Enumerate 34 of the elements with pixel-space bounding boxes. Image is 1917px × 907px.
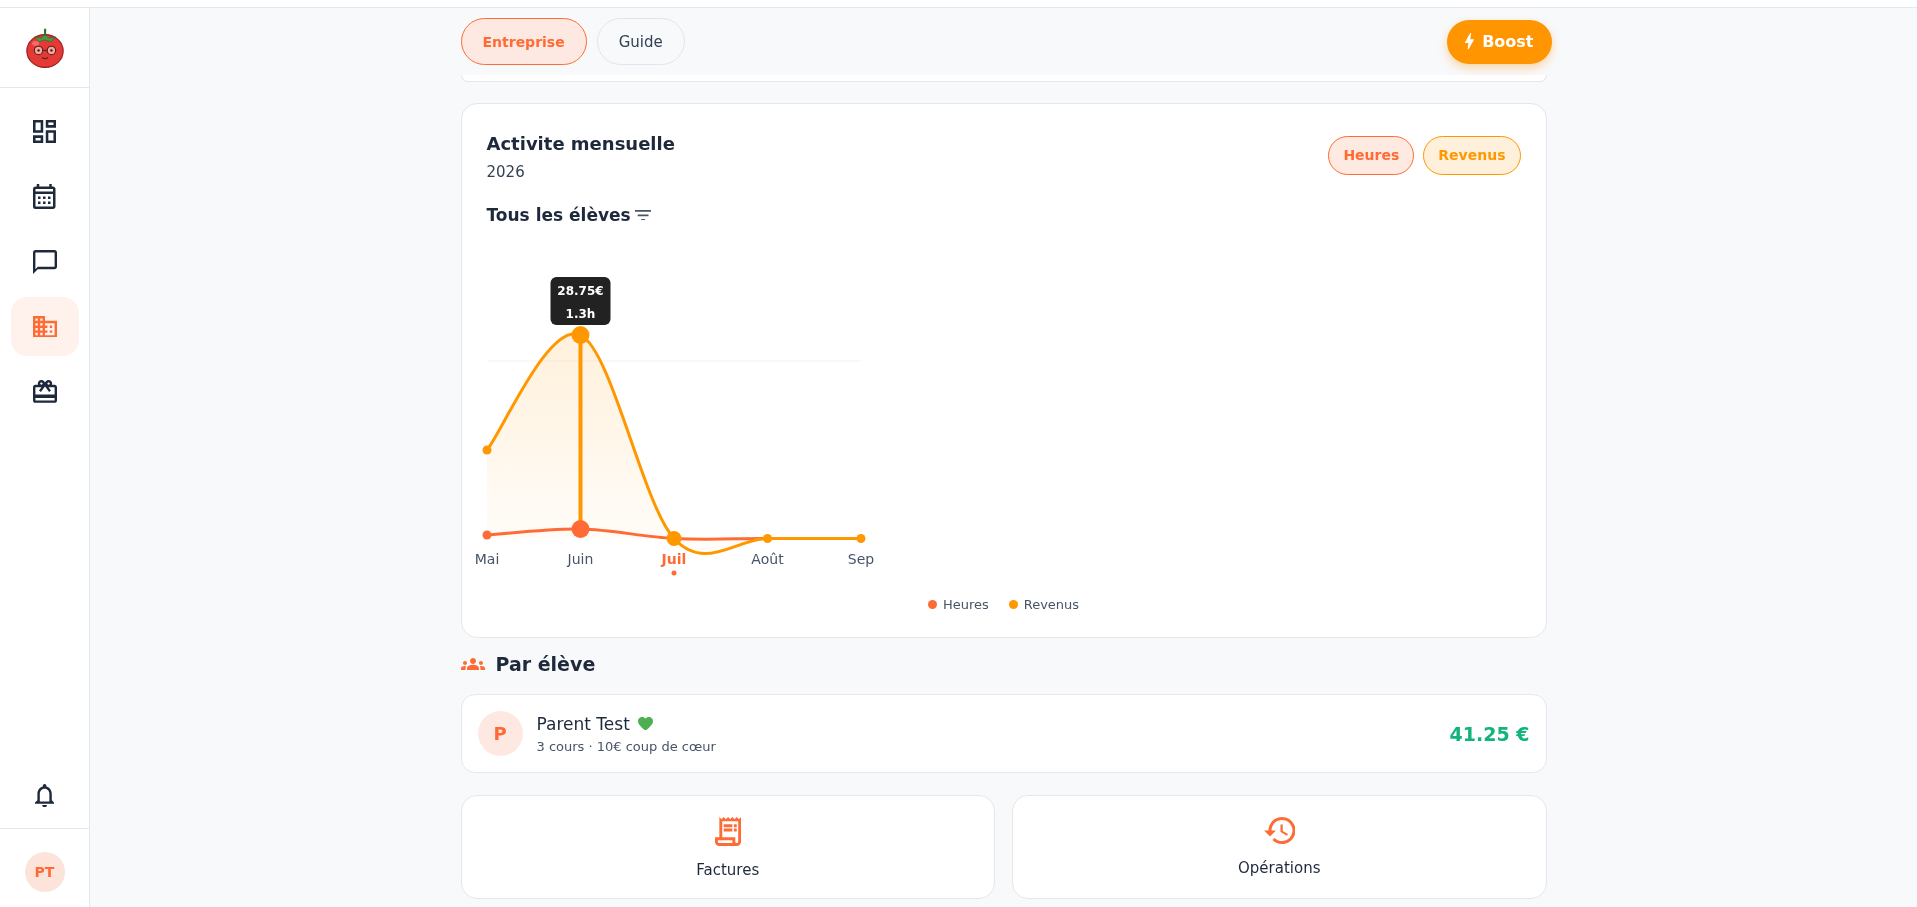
filter-button[interactable]: Tous les élèves [486,203,651,227]
people-icon [460,658,485,670]
building-icon [32,315,57,338]
chat-bubble-icon [32,249,57,274]
gift-icon [32,380,57,403]
legend-label: Heures [942,596,989,612]
student-avatar: P [477,711,523,756]
receipt-icon [714,817,741,846]
calendar-icon [33,184,56,209]
marker-dot-icon [671,570,676,576]
axis-label: Août [750,551,784,567]
tooltip-text: 28.75€ [556,284,604,298]
amount-value: 41.25 € [1449,722,1530,745]
student-name: Parent Test [536,713,630,734]
filter-icon [634,209,651,221]
student-card[interactable]: P Parent Test 3 cours · 10€ coup de cœur 41.25 € [460,694,1547,773]
shortcut-card[interactable]: Opérations [1012,795,1547,899]
tab[interactable]: Guide [596,18,685,65]
section-title: Par élève [495,653,596,675]
bell-icon [34,783,55,808]
axis-label: Mai [474,551,499,567]
shortcut-card[interactable]: Factures [460,795,995,899]
axis-label: Juin [567,551,593,567]
history-icon [1263,817,1295,844]
year-label: 2026 [486,161,526,182]
student-detail: 3 cours · 10€ coup de cœur [536,738,717,754]
lightning-icon [1465,33,1475,50]
grid-icon [33,120,56,143]
card-title: Activite mensuelle [486,131,675,156]
axis-label: Sep [847,551,874,567]
tomato-logo [25,27,64,68]
tooltip-text: 1.3h [565,307,595,321]
axis-label: Juil [661,551,686,567]
legend-label: Revenus [1023,596,1080,612]
